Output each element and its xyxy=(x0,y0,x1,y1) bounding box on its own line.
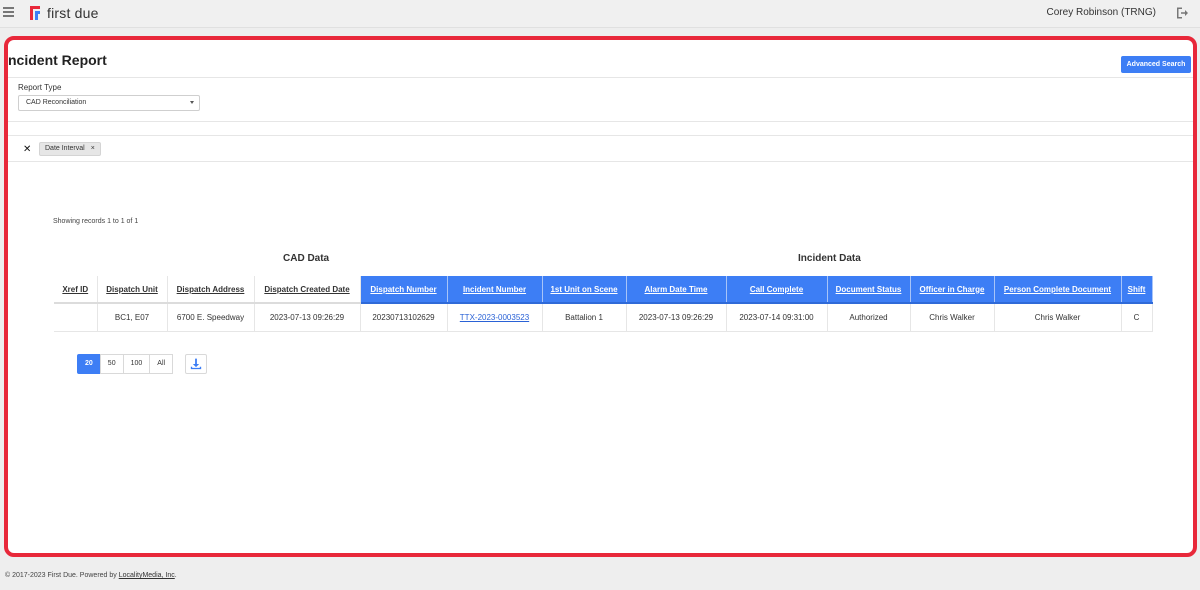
remove-filter-icon[interactable]: × xyxy=(91,143,95,155)
incident-number-link[interactable]: TTX-2023-0003523 xyxy=(460,313,529,322)
cell-dispatch-created-date: 2023-07-13 09:26:29 xyxy=(254,303,361,332)
page-size-selector: 20 50 100 All xyxy=(77,354,174,374)
menu-icon[interactable] xyxy=(3,7,14,18)
column-header-dispatch-created-date[interactable]: Dispatch Created Date xyxy=(254,276,361,304)
group-header-cad: CAD Data xyxy=(283,253,330,264)
column-header-person-complete-document[interactable]: Person Complete Document xyxy=(994,276,1122,304)
footer-text: © 2017-2023 First Due. Powered by xyxy=(5,572,119,579)
page-size-20-button[interactable]: 20 xyxy=(77,354,100,374)
first-due-logo-icon xyxy=(30,6,40,20)
footer-suffix: . xyxy=(174,572,177,579)
filter-chip-date-interval[interactable]: Date Interval × xyxy=(39,142,101,156)
download-button[interactable] xyxy=(185,354,207,374)
cell-dispatch-number: 20230713102629 xyxy=(360,303,448,332)
page-size-all-button[interactable]: All xyxy=(149,354,174,374)
user-name[interactable]: Corey Robinson (TRNG) xyxy=(1047,7,1156,18)
divider xyxy=(8,161,1193,162)
table-header-row: Xref ID Dispatch Unit Dispatch Address D… xyxy=(54,276,1153,304)
footer-link[interactable]: LocalityMedia, Inc xyxy=(119,572,175,579)
cell-document-status: Authorized xyxy=(827,303,911,332)
main-content-frame: ncident Report Advanced Search Report Ty… xyxy=(4,36,1197,557)
divider xyxy=(8,121,1193,122)
divider xyxy=(8,135,1193,136)
footer: © 2017-2023 First Due. Powered by Locali… xyxy=(5,572,177,579)
page-size-100-button[interactable]: 100 xyxy=(122,354,150,374)
column-header-dispatch-number[interactable]: Dispatch Number xyxy=(360,276,448,304)
filter-chip-label: Date Interval xyxy=(45,145,85,152)
records-count: Showing records 1 to 1 of 1 xyxy=(53,218,139,225)
advanced-search-button[interactable]: Advanced Search xyxy=(1121,56,1191,73)
report-type-label: Report Type xyxy=(18,83,62,92)
page-size-50-button[interactable]: 50 xyxy=(99,354,123,374)
cell-alarm-date-time: 2023-07-13 09:26:29 xyxy=(626,303,727,332)
clear-filters-icon[interactable]: ✕ xyxy=(23,144,31,155)
cell-first-unit-on-scene: Battalion 1 xyxy=(542,303,627,332)
cell-dispatch-unit: BC1, E07 xyxy=(97,303,168,332)
top-bar: first due Corey Robinson (TRNG) xyxy=(0,0,1200,28)
column-header-document-status[interactable]: Document Status xyxy=(827,276,911,304)
logout-icon[interactable] xyxy=(1175,6,1189,20)
column-header-incident-number[interactable]: Incident Number xyxy=(447,276,543,304)
cell-call-complete: 2023-07-14 09:31:00 xyxy=(726,303,828,332)
cell-xref-id xyxy=(54,303,98,332)
column-header-alarm-date-time[interactable]: Alarm Date Time xyxy=(626,276,727,304)
report-table: Xref ID Dispatch Unit Dispatch Address D… xyxy=(54,276,1153,332)
chevron-down-icon xyxy=(190,101,194,104)
group-header-incident: Incident Data xyxy=(798,253,861,264)
column-header-shift[interactable]: Shift xyxy=(1121,276,1153,304)
report-type-select[interactable]: CAD Reconciliation xyxy=(18,95,200,111)
column-header-officer-in-charge[interactable]: Officer in Charge xyxy=(910,276,995,304)
report-type-value: CAD Reconciliation xyxy=(26,99,87,106)
cell-incident-number: TTX-2023-0003523 xyxy=(447,303,543,332)
column-header-dispatch-address[interactable]: Dispatch Address xyxy=(167,276,255,304)
divider xyxy=(8,77,1193,78)
cell-shift: C xyxy=(1121,303,1153,332)
app-logo[interactable]: first due xyxy=(28,5,99,21)
cell-dispatch-address: 6700 E. Speedway xyxy=(167,303,255,332)
cell-person-complete-document: Chris Walker xyxy=(994,303,1122,332)
download-icon xyxy=(190,358,202,370)
app-name: first due xyxy=(47,5,99,21)
page-title: ncident Report xyxy=(8,52,107,68)
column-header-xref-id[interactable]: Xref ID xyxy=(54,276,98,304)
column-header-first-unit-on-scene[interactable]: 1st Unit on Scene xyxy=(542,276,627,304)
column-header-dispatch-unit[interactable]: Dispatch Unit xyxy=(97,276,168,304)
cell-officer-in-charge: Chris Walker xyxy=(910,303,995,332)
column-header-call-complete[interactable]: Call Complete xyxy=(726,276,828,304)
table-row: BC1, E07 6700 E. Speedway 2023-07-13 09:… xyxy=(54,303,1153,332)
